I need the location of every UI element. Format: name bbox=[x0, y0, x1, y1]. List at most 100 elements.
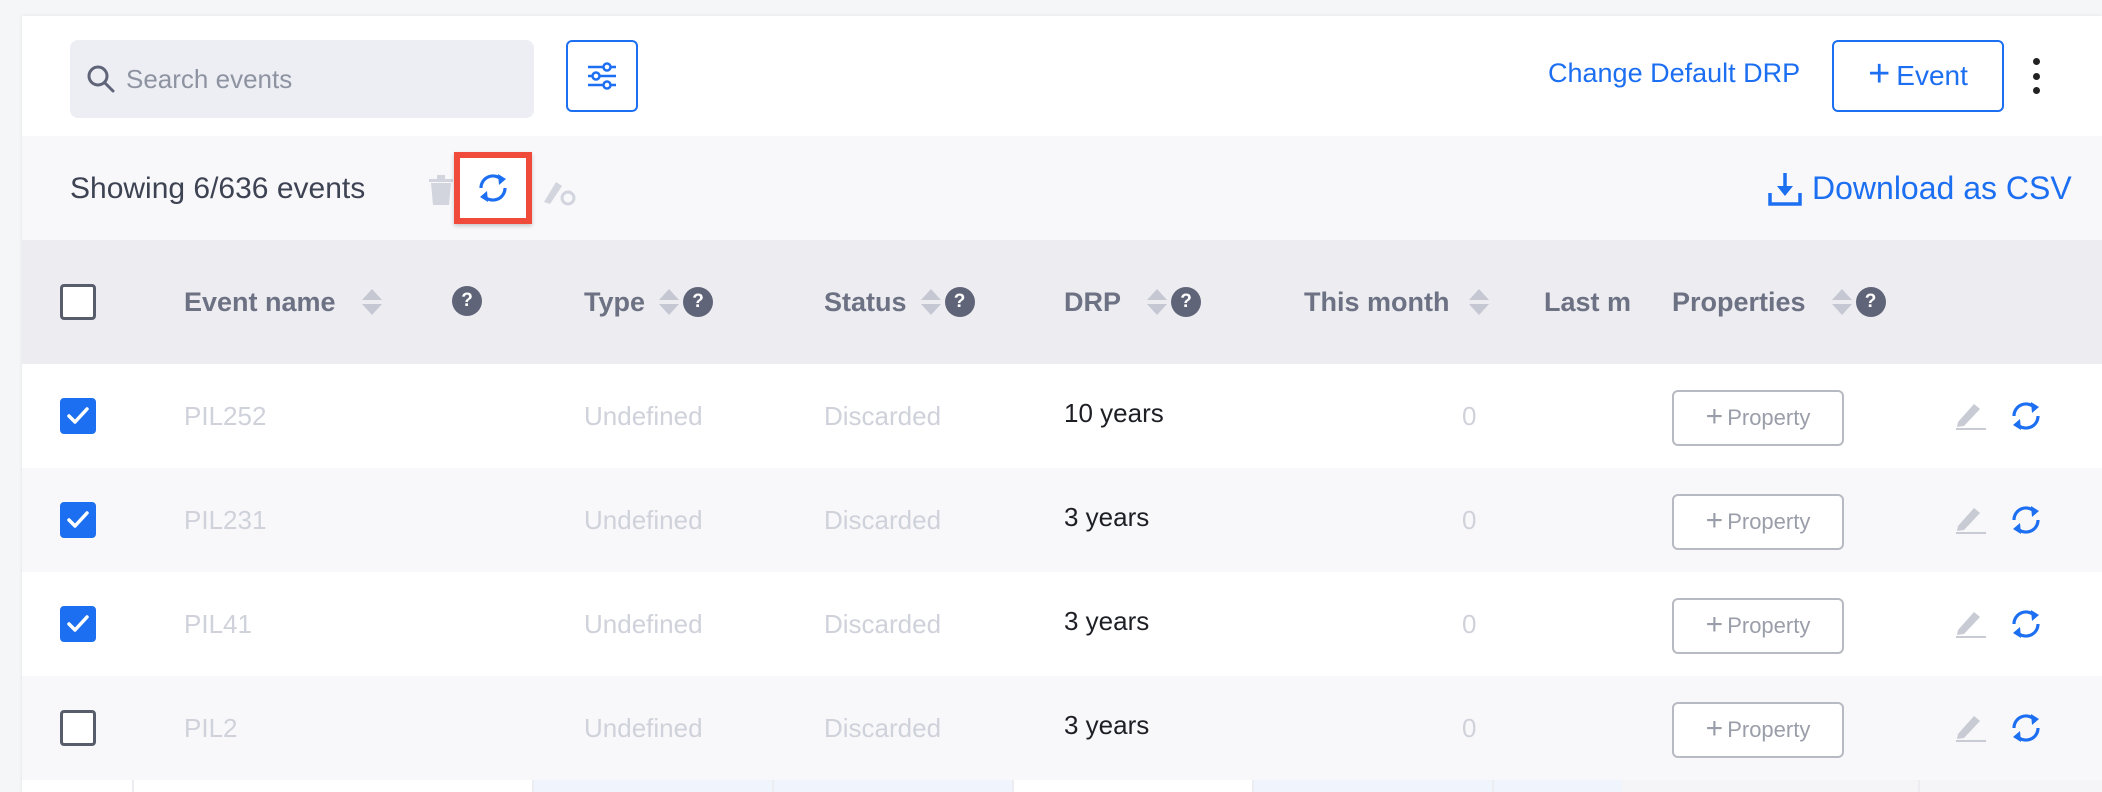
sort-icon[interactable] bbox=[1831, 289, 1852, 315]
row-checkbox[interactable] bbox=[60, 710, 96, 746]
column-header-this-month[interactable]: This month bbox=[1304, 272, 1490, 332]
status-cell: Discarded bbox=[824, 504, 942, 535]
change-default-drp-link[interactable]: Change Default DRP bbox=[1548, 58, 1800, 89]
add-property-button[interactable]: + Property bbox=[1672, 702, 1844, 758]
sort-icon[interactable] bbox=[361, 289, 382, 315]
type-cell: Undefined bbox=[584, 712, 703, 743]
sort-icon[interactable] bbox=[1469, 289, 1490, 315]
column-header-last-month[interactable]: Last m bbox=[1544, 272, 1646, 332]
refresh-icon[interactable] bbox=[2006, 396, 2046, 436]
add-property-label: Property bbox=[1727, 405, 1811, 430]
property-cell: + Property bbox=[1672, 390, 1844, 446]
question-icon[interactable]: ? bbox=[1171, 287, 1202, 317]
column-header-drp[interactable]: DRP ? bbox=[1064, 272, 1202, 332]
property-cell: + Property bbox=[1672, 702, 1844, 758]
column-header-event-name[interactable]: Event name bbox=[184, 272, 382, 332]
table-row: PIL252 Undefined Discarded 10 years 0 + … bbox=[22, 364, 2102, 468]
event-name-cell: PIL252 bbox=[184, 400, 267, 431]
row-checkbox[interactable] bbox=[60, 502, 96, 538]
toolbar: Change Default DRP + Event bbox=[22, 16, 2102, 136]
plus-icon: + bbox=[1705, 711, 1724, 745]
column-header-properties[interactable]: Properties ? bbox=[1672, 272, 1886, 332]
refresh-button[interactable] bbox=[454, 152, 532, 224]
column-label-type: Type bbox=[584, 286, 646, 317]
pencil-icon[interactable] bbox=[1954, 608, 1988, 638]
pencil-icon[interactable] bbox=[1954, 400, 1988, 430]
question-icon[interactable]: ? bbox=[944, 287, 975, 317]
column-label-this-month: This month bbox=[1304, 286, 1450, 317]
type-cell: Undefined bbox=[584, 400, 703, 431]
this-month-cell: 0 bbox=[1462, 608, 1477, 639]
refresh-icon[interactable] bbox=[2006, 500, 2046, 540]
add-event-button[interactable]: + Event bbox=[1832, 40, 2004, 112]
property-cell: + Property bbox=[1672, 494, 1844, 550]
add-property-label: Property bbox=[1727, 613, 1811, 638]
type-cell: Undefined bbox=[584, 608, 703, 639]
search-box[interactable] bbox=[70, 40, 534, 118]
question-icon: ? bbox=[452, 286, 482, 316]
drp-cell[interactable]: 3 years bbox=[1064, 676, 1149, 774]
refresh-icon[interactable] bbox=[2006, 604, 2046, 644]
status-cell: Discarded bbox=[824, 608, 942, 639]
row-select-cell bbox=[60, 398, 96, 434]
row-checkbox[interactable] bbox=[60, 398, 96, 434]
search-icon bbox=[87, 65, 115, 93]
type-cell: Undefined bbox=[584, 504, 703, 535]
plus-icon: + bbox=[1868, 53, 1891, 95]
edit-settings-icon[interactable] bbox=[542, 176, 576, 206]
column-label-last-month: Last m bbox=[1544, 286, 1632, 317]
column-label-event-name: Event name bbox=[184, 286, 336, 317]
question-icon[interactable]: ? bbox=[683, 287, 714, 317]
kebab-icon[interactable] bbox=[2028, 58, 2044, 94]
row-select-cell bbox=[60, 710, 96, 746]
table-row: PIL231 Undefined Discarded 3 years 0 + P… bbox=[22, 468, 2102, 572]
sort-icon[interactable] bbox=[659, 289, 680, 315]
column-header-type[interactable]: Type ? bbox=[584, 272, 714, 332]
drp-cell[interactable]: 3 years bbox=[1064, 572, 1149, 670]
add-property-button[interactable]: + Property bbox=[1672, 494, 1844, 550]
add-property-label: Property bbox=[1727, 509, 1811, 534]
pencil-icon[interactable] bbox=[1954, 504, 1988, 534]
sort-icon[interactable] bbox=[1147, 289, 1168, 315]
download-csv-link[interactable]: Download as CSV bbox=[1768, 170, 2072, 207]
results-bar: Showing 6/636 events Download as CSV bbox=[22, 136, 2102, 240]
checkmark-icon bbox=[67, 615, 89, 632]
question-icon[interactable]: ? bbox=[1855, 287, 1886, 317]
column-label-properties: Properties bbox=[1672, 286, 1806, 317]
add-property-label: Property bbox=[1727, 717, 1811, 742]
this-month-cell: 0 bbox=[1462, 504, 1477, 535]
plus-icon: + bbox=[1705, 607, 1724, 641]
sort-icon[interactable] bbox=[920, 289, 941, 315]
status-cell: Discarded bbox=[824, 400, 942, 431]
filter-button[interactable] bbox=[566, 40, 638, 112]
search-input[interactable] bbox=[126, 63, 506, 95]
select-all-checkbox[interactable] bbox=[60, 284, 96, 320]
select-all-cell bbox=[60, 284, 96, 320]
this-month-cell: 0 bbox=[1462, 400, 1477, 431]
column-header-status[interactable]: Status ? bbox=[824, 272, 975, 332]
add-property-button[interactable]: + Property bbox=[1672, 598, 1844, 654]
events-panel: Change Default DRP + Event Showing 6/636… bbox=[22, 16, 2102, 792]
row-checkbox[interactable] bbox=[60, 606, 96, 642]
column-label-drp: DRP bbox=[1064, 286, 1122, 317]
sliders-icon bbox=[588, 62, 616, 90]
checkmark-icon bbox=[67, 511, 89, 528]
plus-icon: + bbox=[1705, 399, 1724, 433]
plus-icon: + bbox=[1705, 503, 1724, 537]
column-label-status: Status bbox=[824, 286, 907, 317]
checkmark-icon bbox=[67, 407, 89, 424]
add-property-button[interactable]: + Property bbox=[1672, 390, 1844, 446]
help-event-name[interactable]: ? bbox=[452, 286, 482, 316]
download-icon bbox=[1768, 172, 1802, 206]
pencil-icon[interactable] bbox=[1954, 712, 1988, 742]
refresh-icon bbox=[479, 174, 507, 202]
drp-cell[interactable]: 3 years bbox=[1064, 468, 1149, 566]
table-row: PIL2 Undefined Discarded 3 years 0 + Pro… bbox=[22, 676, 2102, 780]
add-event-label: Event bbox=[1896, 60, 1968, 91]
event-name-cell: PIL231 bbox=[184, 504, 267, 535]
refresh-icon[interactable] bbox=[2006, 708, 2046, 748]
drp-cell[interactable]: 10 years bbox=[1064, 364, 1164, 462]
row-select-cell bbox=[60, 502, 96, 538]
trash-icon[interactable] bbox=[428, 174, 454, 206]
status-cell: Discarded bbox=[824, 712, 942, 743]
